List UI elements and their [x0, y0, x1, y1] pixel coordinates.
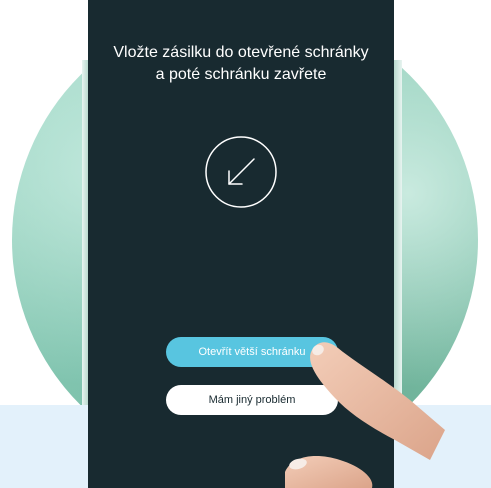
- arrow-down-left-icon: [205, 136, 277, 208]
- open-bigger-box-button[interactable]: Otevřít větší schránku: [166, 337, 338, 367]
- instruction-text: Vložte zásilku do otevřené schránky a po…: [113, 44, 369, 83]
- parcel-box-screen: Vložte zásilku do otevřené schránky a po…: [88, 0, 394, 488]
- photo-scene: Vložte zásilku do otevřené schránky a po…: [0, 0, 491, 488]
- device-edge-right: [394, 60, 402, 405]
- other-problem-button[interactable]: Mám jiný problém: [166, 385, 338, 415]
